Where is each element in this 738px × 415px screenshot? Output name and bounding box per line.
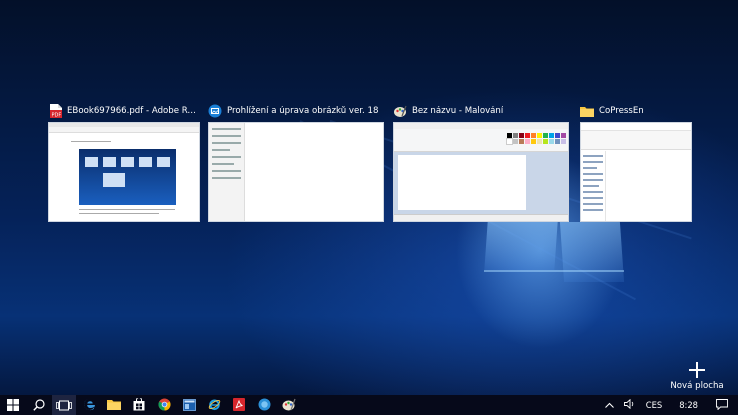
clock[interactable]: 8:28 (667, 395, 710, 415)
task-window-title: Prohlížení a úprava obrázků ver. 18 (227, 106, 379, 116)
light-window-floor (484, 270, 624, 272)
acrobat-button[interactable] (227, 395, 251, 415)
paint-button[interactable] (277, 395, 301, 415)
acrobat-pdf-icon: PDF (48, 104, 62, 118)
show-hidden-icons-button[interactable] (600, 395, 619, 415)
task-window-header: Prohlížení a úprava obrázků ver. 18 (208, 103, 384, 119)
task-window-title: CoPressEn (599, 106, 644, 116)
internet-explorer-icon (208, 396, 221, 415)
window-thumbnail (580, 122, 692, 222)
window-thumbnail (393, 122, 569, 222)
chrome-button[interactable] (152, 395, 176, 415)
task-window-title: EBook697966.pdf - Adobe Re... (67, 106, 200, 116)
start-button[interactable] (0, 395, 26, 415)
window-app-icon (182, 396, 196, 415)
search-button[interactable] (27, 395, 51, 415)
task-view-icon (56, 396, 72, 415)
task-window-header: CoPressEn (580, 103, 692, 119)
paint-icon (393, 104, 407, 118)
task-window-header: Bez názvu - Malování (393, 103, 569, 119)
new-desktop-label: Nová plocha (670, 381, 724, 391)
store-button[interactable] (127, 395, 151, 415)
file-explorer-button[interactable] (102, 395, 126, 415)
plus-icon (689, 362, 705, 378)
image-viewer-icon (208, 104, 222, 118)
windows-logo-icon (7, 396, 19, 415)
store-icon (133, 396, 145, 415)
paint-icon (282, 396, 296, 415)
notification-icon (716, 398, 728, 412)
window-thumbnail (208, 122, 384, 222)
chevron-up-icon (604, 400, 614, 410)
blue-circle-app-icon (258, 396, 271, 415)
light-window-pane (559, 222, 625, 282)
svg-text:PDF: PDF (51, 113, 61, 119)
folder-icon (107, 396, 121, 415)
app-button[interactable] (177, 395, 201, 415)
task-view-button[interactable] (52, 395, 76, 415)
edge-button[interactable] (77, 395, 101, 415)
input-language-indicator[interactable]: CES (641, 395, 667, 415)
light-window-pane (484, 222, 558, 270)
edge-icon (83, 396, 96, 415)
system-tray: CES 8:28 (600, 395, 738, 415)
speaker-icon (623, 398, 636, 411)
new-desktop-button[interactable]: Nová plocha (668, 362, 726, 391)
task-window-explorer[interactable]: CoPressEn (580, 103, 692, 222)
window-thumbnail (48, 122, 200, 222)
action-center-button[interactable] (710, 395, 738, 415)
volume-button[interactable] (619, 395, 641, 415)
ie-button[interactable] (202, 395, 226, 415)
chrome-icon (157, 396, 171, 415)
folder-icon (580, 104, 594, 118)
acrobat-pdf-icon (233, 396, 245, 415)
taskbar: CES 8:28 (0, 395, 738, 415)
search-icon (33, 396, 45, 415)
task-window-header: PDF EBook697966.pdf - Adobe Re... (48, 103, 200, 119)
app-circle-button[interactable] (252, 395, 276, 415)
task-window-paint[interactable]: Bez názvu - Malování (393, 103, 569, 222)
task-window-adobe-reader[interactable]: PDF EBook697966.pdf - Adobe Re... (48, 103, 200, 222)
task-window-title: Bez názvu - Malování (412, 106, 504, 116)
task-window-image-viewer[interactable]: Prohlížení a úprava obrázků ver. 18 (208, 103, 384, 222)
